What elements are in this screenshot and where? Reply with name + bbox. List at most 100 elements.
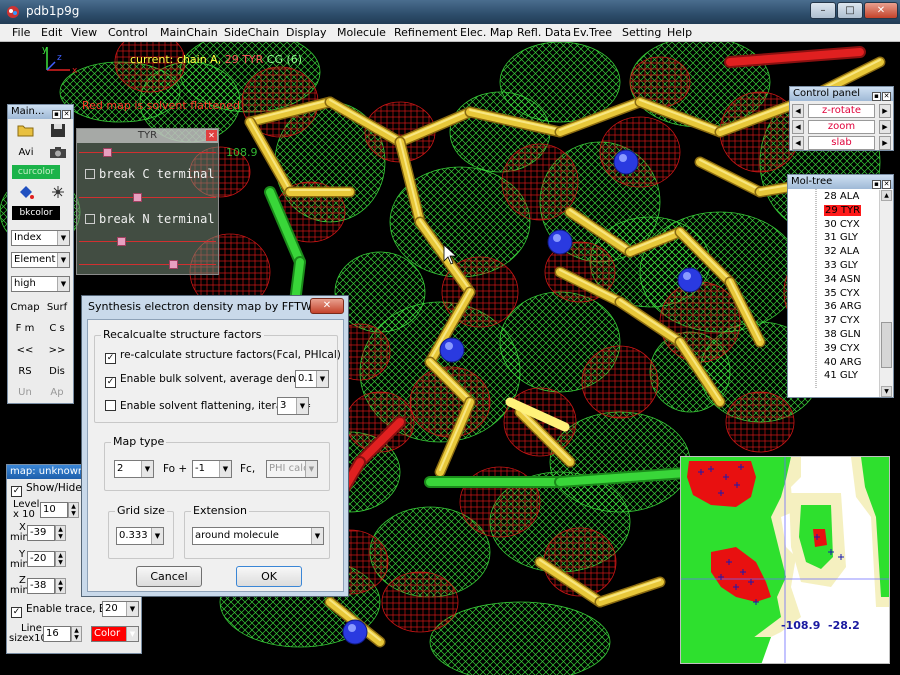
ok-button[interactable]: OK (236, 566, 302, 587)
tree-item[interactable]: 30 CYX (824, 219, 860, 230)
scroll-down-icon[interactable]: ▼ (881, 386, 892, 397)
tree-item[interactable]: 40 ARG (824, 357, 861, 368)
tree-item[interactable]: 31 GLY (824, 232, 858, 243)
level-input[interactable]: 10 (40, 502, 68, 518)
scroll-thumb[interactable] (881, 322, 892, 368)
index-select[interactable]: Index ▼ (11, 230, 70, 246)
break-n-terminal-checkbox[interactable]: break N terminal (85, 212, 215, 226)
y-min-spinner[interactable]: ▲ ▼ (55, 551, 66, 567)
residue-slider-3-handle[interactable] (117, 237, 126, 246)
menu-control[interactable]: Control (108, 26, 148, 39)
next-button[interactable]: >> (42, 345, 72, 356)
color-button[interactable]: Color ▼ (91, 626, 139, 642)
line-size-spinner[interactable]: ▲ ▼ (71, 626, 82, 642)
zoom-right-button[interactable]: ▶ (879, 120, 891, 134)
z-rotate-left-button[interactable]: ◀ (792, 104, 804, 118)
atom-select-icon[interactable] (48, 185, 68, 201)
menu-refl-data[interactable]: Refl. Data (517, 26, 571, 39)
menu-mainchain[interactable]: MainChain (160, 26, 218, 39)
menu-display[interactable]: Display (286, 26, 327, 39)
close-button[interactable]: ✕ (864, 2, 898, 19)
menu-view[interactable]: View (71, 26, 97, 39)
menu-refinement[interactable]: Refinement (394, 26, 457, 39)
level-spinner[interactable]: ▲ ▼ (68, 502, 79, 518)
tree-item[interactable]: 29 TYR (824, 204, 862, 216)
tree-item[interactable]: 32 ALA (824, 246, 859, 257)
scroll-up-icon[interactable]: ▲ (881, 190, 892, 201)
recalc-checkbox[interactable]: ✓ re-calculate structure factors(Fcal, PH… (105, 349, 341, 364)
break-c-terminal-checkbox[interactable]: break C terminal (85, 167, 215, 181)
menu-help[interactable]: Help (667, 26, 692, 39)
tree-item[interactable]: 38 GLN (824, 329, 861, 340)
cmap-button[interactable]: Cmap (10, 302, 40, 313)
residue-slider-1-handle[interactable] (103, 148, 112, 157)
menu-molecule[interactable]: Molecule (337, 26, 386, 39)
residue-slider-1[interactable] (79, 152, 216, 153)
mol-tree-scrollbar[interactable]: ▲ ▼ (879, 190, 893, 397)
dialog-close-button[interactable]: ✕ (310, 298, 344, 314)
tree-item[interactable]: 36 ARG (824, 301, 861, 312)
element-type-select[interactable]: Element t ▼ (11, 252, 70, 268)
zoom-left-button[interactable]: ◀ (792, 120, 804, 134)
extension-select[interactable]: around molecule ▼ (192, 527, 324, 545)
menu-setting[interactable]: Setting (622, 26, 661, 39)
open-folder-icon[interactable] (16, 123, 36, 139)
cs-button[interactable]: C s (42, 323, 72, 334)
z-rotate-right-button[interactable]: ▶ (879, 104, 891, 118)
cancel-button[interactable]: Cancel (136, 566, 202, 587)
menu-ev-tree[interactable]: Ev.Tree (573, 26, 612, 39)
residue-panel-close-icon[interactable]: ✕ (206, 130, 217, 141)
bkcolor-button[interactable]: bkcolor (12, 206, 60, 220)
avi-button[interactable]: Avi (14, 147, 38, 158)
prev-button[interactable]: << (10, 345, 40, 356)
slab-left-button[interactable]: ◀ (792, 136, 804, 150)
fo-coefficient-select[interactable]: 2 ▼ (114, 460, 154, 478)
x-min-spinner[interactable]: ▲ ▼ (55, 525, 66, 541)
bulk-solvent-checkbox[interactable]: ✓ Enable bulk solvent, average density= (105, 373, 323, 388)
phase-select[interactable]: PHI calc ▼ (266, 460, 318, 478)
save-icon[interactable] (48, 123, 68, 139)
bulk-density-select[interactable]: 0.1 ▼ (295, 370, 329, 388)
quality-select[interactable]: high ▼ (11, 276, 70, 292)
tree-item[interactable]: 39 CYX (824, 343, 860, 354)
menu-file[interactable]: File (12, 26, 30, 39)
z-min-spinner[interactable]: ▲ ▼ (55, 578, 66, 594)
curcolor-button[interactable]: curcolor (12, 165, 60, 179)
line-size-input[interactable]: 16 (43, 626, 71, 642)
minimize-button[interactable]: – (810, 2, 836, 19)
maximize-button[interactable]: □ (837, 2, 863, 19)
rs-button[interactable]: RS (10, 366, 40, 377)
show-hide-checkbox[interactable]: ✓ Show/Hide (11, 482, 82, 497)
tree-item[interactable]: 41 GLY (824, 370, 858, 381)
menu-sidechain[interactable]: SideChain (224, 26, 279, 39)
tree-item[interactable]: 34 ASN (824, 274, 861, 285)
enable-trace-checkbox[interactable]: ✓ Enable trace, Ex (11, 603, 112, 618)
tree-item[interactable]: 37 CYX (824, 315, 860, 326)
z-min-input[interactable]: -38 (27, 578, 55, 594)
slab-right-button[interactable]: ▶ (879, 136, 891, 150)
residue-slider-4[interactable] (79, 264, 216, 265)
x-min-input[interactable]: -39 (27, 525, 55, 541)
paint-bucket-icon[interactable] (16, 185, 36, 201)
grid-size-select[interactable]: 0.333 ▼ (116, 527, 164, 545)
apply-button[interactable]: Ap (42, 387, 72, 398)
menu-elec-map[interactable]: Elec. Map (460, 26, 513, 39)
fc-coefficient-select[interactable]: -1 ▼ (192, 460, 232, 478)
undo-button[interactable]: Un (10, 387, 40, 398)
density-minimap[interactable]: -108.9 -28.2 (680, 456, 890, 664)
fm-button[interactable]: F m (10, 323, 40, 334)
surf-button[interactable]: Surf (42, 302, 72, 313)
menu-edit[interactable]: Edit (41, 26, 62, 39)
tree-item[interactable]: 35 CYX (824, 288, 860, 299)
tree-item[interactable]: 33 GLY (824, 260, 858, 271)
y-min-input[interactable]: -20 (27, 551, 55, 567)
residue-slider-2[interactable] (79, 197, 216, 198)
tree-item[interactable]: 28 ALA (824, 191, 859, 202)
residue-slider-2-handle[interactable] (133, 193, 142, 202)
residue-slider-4-handle[interactable] (169, 260, 178, 269)
dis-button[interactable]: Dis (42, 366, 72, 377)
iteration-select[interactable]: 3 ▼ (277, 397, 309, 415)
camera-icon[interactable] (48, 145, 68, 161)
residue-slider-3[interactable] (79, 241, 216, 242)
trace-extent-select[interactable]: 20 ▼ (102, 601, 139, 617)
